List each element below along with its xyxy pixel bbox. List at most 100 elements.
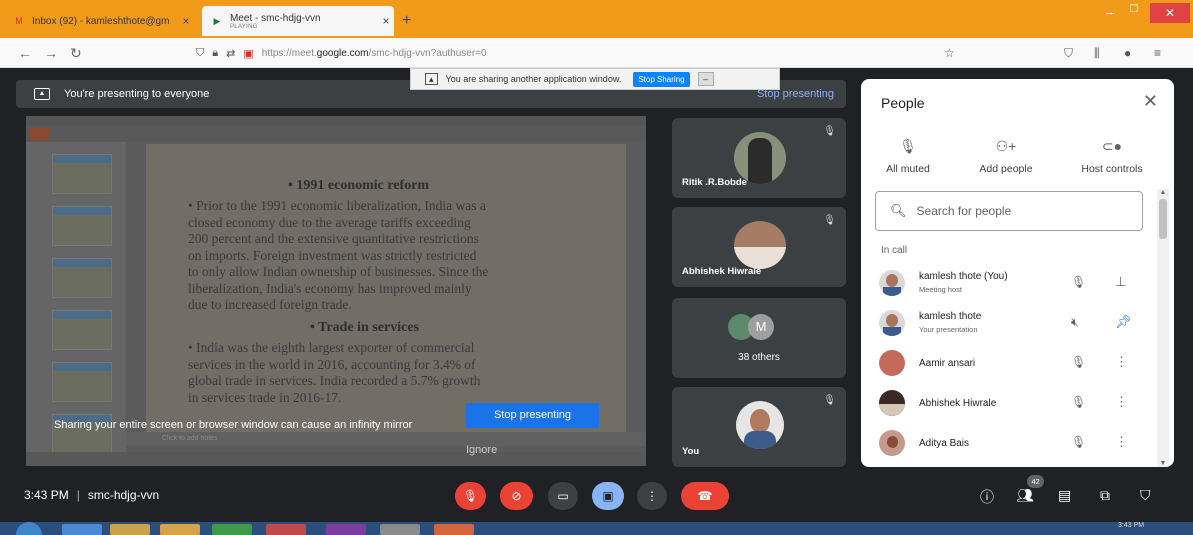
taskbar-app-icon[interactable]: [110, 524, 150, 535]
scroll-up-icon[interactable]: ▲: [1157, 189, 1169, 196]
mic-off-icon: 🎙︎: [462, 489, 479, 503]
slide-thumbnail: [52, 310, 112, 350]
close-icon[interactable]: ✕: [1143, 91, 1158, 112]
ppt-notes-pane: Click to add notes: [126, 432, 646, 446]
present-button[interactable]: ▣: [592, 482, 624, 510]
participant-name: Ritik .R.Bobde: [682, 177, 747, 188]
scroll-down-icon[interactable]: ▼: [1157, 460, 1169, 467]
slide-line: • India was the eighth largest exporter …: [188, 340, 475, 355]
chat-icon[interactable]: ▤: [1058, 487, 1071, 504]
slide-heading: • 1991 economic reform: [288, 178, 430, 193]
meeting-code: smc-hdjg-vvn: [87, 488, 160, 502]
more-options-icon[interactable]: ⋮: [1115, 434, 1128, 450]
window-close-icon[interactable]: ✕: [1150, 3, 1190, 23]
more-options-icon[interactable]: ⋮: [1115, 394, 1128, 410]
leave-call-button[interactable]: ☎: [681, 482, 729, 510]
toggle-camera-button[interactable]: ⊘: [500, 482, 533, 510]
scrollbar-thumb[interactable]: [1159, 199, 1167, 239]
others-count: 38 others: [738, 352, 780, 363]
search-icon: 🔍︎: [890, 203, 907, 218]
forward-icon[interactable]: →: [44, 45, 58, 61]
tab-gmail-inbox[interactable]: M Inbox (92) - kamleshthote@gm ×: [6, 6, 194, 36]
taskbar-app-icon[interactable]: [434, 524, 474, 535]
presenting-text: You're presenting to everyone: [64, 88, 210, 100]
tab-meet[interactable]: ▶ Meet - smc-hdjg-vvn PLAYING ×: [202, 6, 394, 36]
toggle-mic-button[interactable]: 🎙︎: [455, 482, 486, 510]
back-icon[interactable]: ←: [18, 45, 32, 61]
windows-taskbar: 3:43 PM: [0, 522, 1193, 535]
mic-off-icon: 🎙︎: [1071, 355, 1087, 369]
stop-presenting-button[interactable]: Stop presenting: [466, 403, 599, 428]
avatar: [879, 350, 905, 376]
participant-tile-others[interactable]: M 38 others: [672, 298, 846, 378]
tab-title: Meet - smc-hdjg-vvn: [230, 12, 321, 24]
meeting-details-icon[interactable]: ⓘ: [980, 487, 994, 507]
participant-row[interactable]: Aditya Bais 🎙︎ ⋮: [861, 425, 1156, 465]
current-time: 3:43 PM: [24, 488, 69, 502]
more-options-button[interactable]: ⋮: [637, 482, 667, 510]
add-people-button[interactable]: ⚇+ Add people: [961, 135, 1051, 175]
screen-share-icon[interactable]: ▣: [243, 47, 253, 60]
shield-icon: ⛉: [196, 46, 205, 59]
search-placeholder: Search for people: [916, 204, 1012, 218]
participant-row[interactable]: Aamir ansari 🎙︎ ⋮: [861, 345, 1156, 385]
people-count-badge: 42: [1027, 475, 1044, 488]
menu-icon[interactable]: ≡: [1154, 46, 1161, 60]
taskbar-app-icon[interactable]: [380, 524, 420, 535]
taskbar-app-icon[interactable]: [160, 524, 200, 535]
window-minimize-icon[interactable]: –: [1100, 4, 1120, 20]
in-call-label: In call: [881, 245, 908, 256]
bookmark-star-icon[interactable]: ☆: [944, 46, 955, 60]
pocket-icon[interactable]: ⛉: [1064, 46, 1073, 61]
library-icon[interactable]: ⫼: [1094, 46, 1100, 61]
present-screen-icon: ▲: [34, 88, 50, 100]
tab-close-icon[interactable]: ×: [178, 14, 194, 28]
new-tab-icon[interactable]: +: [402, 12, 411, 30]
window-maximize-icon[interactable]: ❐: [1124, 4, 1144, 20]
more-options-icon[interactable]: ⋮: [1115, 354, 1128, 370]
mic-off-icon: 🎙︎: [823, 395, 836, 406]
slide-line: on imports. Foreign investment was stric…: [188, 247, 477, 263]
start-button-icon[interactable]: [16, 522, 42, 535]
people-icon[interactable]: 👥︎: [1016, 487, 1034, 504]
pin-icon[interactable]: 📌︎: [1115, 314, 1132, 330]
present-screen-icon: ▣: [602, 489, 614, 503]
taskbar-app-icon[interactable]: [212, 524, 252, 535]
address-bar: ← → ↻ ⛉ 🔒︎ ⇄ ▣ https://meet.google.com/s…: [0, 38, 1193, 68]
taskbar-app-icon[interactable]: [62, 524, 102, 535]
slide-paragraph: • India was the eighth largest exporter …: [188, 340, 593, 406]
participant-row[interactable]: Abhishek Hiwrale 🎙︎ ⋮: [861, 385, 1156, 425]
search-people-input[interactable]: 🔍︎ Search for people: [875, 191, 1143, 231]
panel-scrollbar[interactable]: ▲ ▼: [1157, 189, 1169, 467]
url-field[interactable]: ⛉ 🔒︎ ⇄ ▣ https://meet.google.com/smc-hdj…: [196, 42, 966, 64]
slide-line: liberalization, India's economy has impr…: [188, 280, 472, 296]
tab-title-wrap: Meet - smc-hdjg-vvn PLAYING: [230, 13, 378, 30]
slide-thumbnail: [52, 154, 112, 194]
slide-thumbnails: [26, 142, 126, 454]
taskbar-app-icon[interactable]: [266, 524, 306, 535]
taskbar-app-icon[interactable]: [326, 524, 366, 535]
participant-row[interactable]: kamlesh thote (You) Meeting host 🎙︎ ⊥: [861, 265, 1156, 305]
host-controls-icon[interactable]: ⛉: [1140, 487, 1151, 504]
participant-tile[interactable]: 🎙︎ Ritik .R.Bobde: [672, 118, 846, 198]
url-text: https://meet.google.com/smc-hdjg-vvn?aut…: [262, 48, 487, 59]
ignore-button[interactable]: Ignore: [466, 442, 526, 458]
captions-button[interactable]: ▭: [548, 482, 578, 510]
slide-thumbnail: [52, 206, 112, 246]
minimize-notification-icon[interactable]: –: [697, 72, 714, 86]
account-icon[interactable]: ●: [1124, 46, 1131, 60]
stop-sharing-button[interactable]: Stop Sharing: [633, 71, 690, 87]
pin-icon[interactable]: ⊥: [1115, 274, 1126, 290]
permissions-icon[interactable]: ⇄: [226, 47, 235, 60]
all-muted-button[interactable]: 🎙︎ All muted: [863, 135, 953, 175]
reload-icon[interactable]: ↻: [70, 45, 82, 62]
mic-off-icon: 🎙︎: [1071, 435, 1087, 449]
host-controls-button[interactable]: ⊂● Host controls: [1067, 135, 1157, 175]
avatar: [879, 310, 905, 336]
slide-line: closed economy due to the average tariff…: [188, 214, 471, 230]
participant-tile[interactable]: 🎙︎ Abhishek Hiwrale: [672, 207, 846, 287]
activities-icon[interactable]: ⧉: [1100, 487, 1110, 504]
tab-close-icon[interactable]: ×: [378, 14, 394, 28]
self-tile[interactable]: 🎙︎ You: [672, 387, 846, 467]
participant-row[interactable]: kamlesh thote Your presentation 🔇︎ 📌︎: [861, 305, 1156, 345]
